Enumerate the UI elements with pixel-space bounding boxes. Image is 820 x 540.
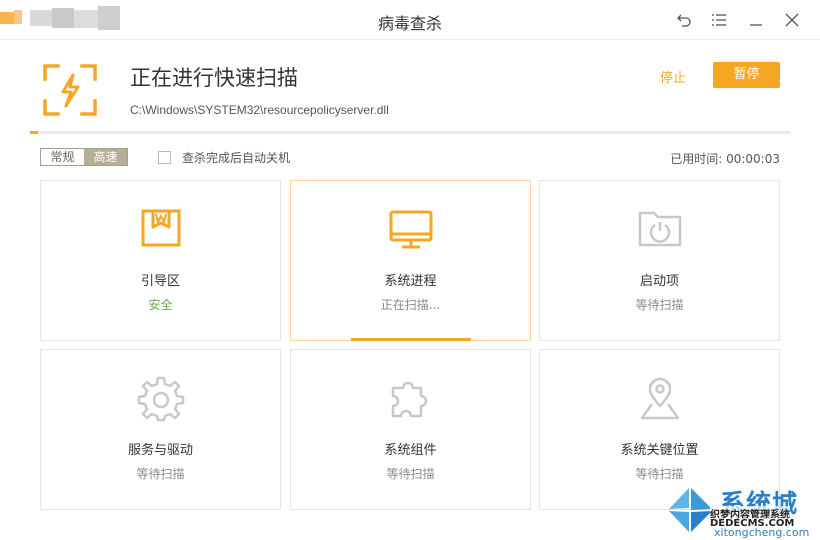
item-status: 安全 — [148, 298, 173, 312]
scan-mode-toggle[interactable]: 常规 高速 — [40, 148, 128, 166]
item-status: 正在扫描... — [380, 298, 441, 312]
startup-folder-icon — [636, 205, 684, 253]
pause-button[interactable]: 暂停 — [713, 62, 780, 88]
elapsed-value: 00:00:03 — [726, 152, 780, 166]
auto-shutdown-option[interactable]: 查杀完成后自动关机 — [158, 149, 290, 166]
item-name: 启动项 — [639, 274, 679, 289]
scan-item-system-process[interactable]: 系统进程 正在扫描... — [290, 180, 531, 341]
monitor-icon — [387, 205, 435, 253]
watermark-url: xitongcheng.com — [714, 526, 810, 539]
scan-title: 正在进行快速扫描 — [130, 66, 298, 90]
location-pin-icon — [636, 374, 684, 422]
mode-fast-option[interactable]: 高速 — [84, 149, 127, 165]
window-title: 病毒查杀 — [377, 14, 442, 33]
item-status: 等待扫描 — [136, 467, 185, 481]
mode-normal-option[interactable]: 常规 — [41, 149, 84, 165]
elapsed-label: 已用时间: — [670, 152, 723, 166]
menu-icon[interactable] — [707, 8, 731, 32]
site-watermark: 系统城 织梦内容管理系统 DEDECMS.COM xitongcheng.com — [662, 482, 820, 540]
item-status: 等待扫描 — [635, 298, 684, 312]
quick-scan-icon — [42, 63, 98, 117]
item-name: 服务与驱动 — [127, 443, 193, 458]
auto-shutdown-checkbox[interactable] — [158, 151, 171, 164]
gear-icon — [137, 374, 185, 422]
puzzle-icon — [387, 374, 435, 422]
item-status: 等待扫描 — [635, 467, 684, 481]
scan-item-boot-sector[interactable]: 引导区 安全 — [40, 180, 281, 341]
auto-shutdown-label: 查杀完成后自动关机 — [182, 151, 291, 165]
elapsed-time: 已用时间: 00:00:03 — [670, 150, 780, 167]
minimize-icon[interactable] — [744, 8, 768, 32]
scan-progress-fill — [30, 131, 38, 134]
stop-button[interactable]: 停止 — [660, 67, 686, 86]
watermark-logo-icon — [668, 487, 714, 533]
item-status: 等待扫描 — [386, 467, 435, 481]
scan-item-system-components[interactable]: 系统组件 等待扫描 — [290, 349, 531, 510]
title-bar: 病毒查杀 — [0, 0, 820, 40]
item-name: 系统进程 — [384, 274, 437, 289]
scan-progress-bar — [30, 131, 790, 134]
scan-item-startup[interactable]: 启动项 等待扫描 — [539, 180, 780, 341]
item-name: 引导区 — [140, 274, 180, 289]
item-progress-bar — [351, 338, 471, 341]
close-icon[interactable] — [780, 8, 804, 32]
boot-sector-icon — [137, 205, 185, 253]
item-name: 系统组件 — [384, 443, 437, 458]
scan-item-services-drivers[interactable]: 服务与驱动 等待扫描 — [40, 349, 281, 510]
item-name: 系统关键位置 — [620, 443, 699, 458]
current-file-path: C:\Windows\SYSTEM32\resourcepolicyserver… — [130, 103, 389, 117]
back-icon[interactable] — [672, 8, 696, 32]
